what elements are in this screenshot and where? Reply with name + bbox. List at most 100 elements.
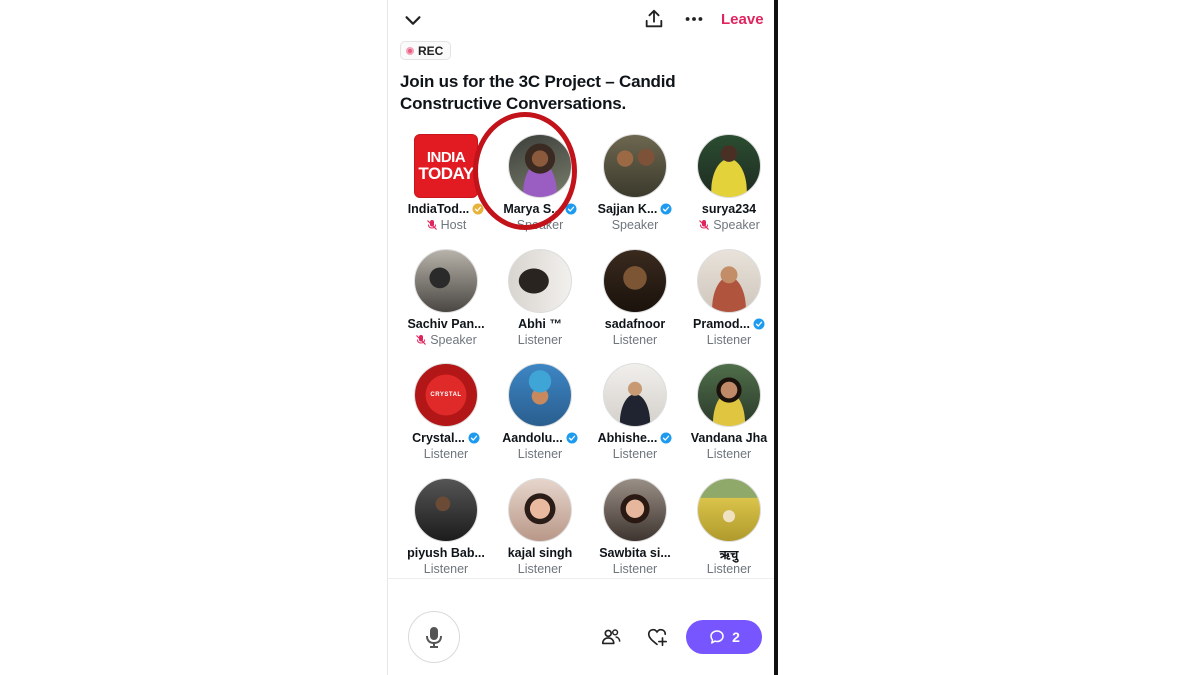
- participant-role: Listener: [588, 333, 682, 347]
- leave-button[interactable]: Leave: [721, 11, 764, 28]
- avatar: [508, 249, 572, 313]
- participant-role-text: Listener: [423, 447, 469, 461]
- participant-role-text: Listener: [517, 447, 563, 461]
- participant-role-text: Listener: [706, 447, 752, 461]
- mic-off-icon: [426, 220, 437, 230]
- spaces-screen: Leave REC Join us for the 3C Project – C…: [387, 0, 776, 675]
- participant-role: Listener: [493, 562, 587, 576]
- participant-card[interactable]: ऋचु Listener: [682, 478, 776, 584]
- avatar: [508, 363, 572, 427]
- participant-role-text: Speaker: [430, 333, 477, 347]
- participant-role-text: Listener: [612, 562, 658, 576]
- participant-card[interactable]: piyush Bab... Listener: [399, 478, 493, 584]
- microphone-button[interactable]: [408, 611, 460, 663]
- participant-name-text: Crystal...: [412, 431, 465, 445]
- avatar: [697, 478, 761, 542]
- participant-name: kajal singh: [493, 546, 587, 560]
- participant-role: Speaker: [399, 333, 493, 347]
- participant-name: Sawbita si...: [588, 546, 682, 560]
- share-icon[interactable]: [643, 8, 665, 30]
- participant-role: Listener: [399, 562, 493, 576]
- participant-name: IndiaTod...: [399, 202, 493, 216]
- participant-role: Host: [399, 218, 493, 232]
- participant-role: Listener: [493, 333, 587, 347]
- participant-name-text: Pramod...: [693, 317, 750, 331]
- participant-name: Pramod...: [682, 317, 776, 331]
- participant-card[interactable]: surya234 Speaker: [682, 134, 776, 240]
- verified-badge-icon: [753, 318, 765, 330]
- participant-role: Listener: [682, 333, 776, 347]
- participant-role: Listener: [682, 447, 776, 461]
- avatar: [697, 249, 761, 313]
- participant-role-text: Listener: [706, 562, 752, 576]
- comment-count: 2: [732, 629, 740, 645]
- comments-button[interactable]: 2: [686, 620, 762, 654]
- participant-role: Listener: [682, 562, 776, 576]
- avatar: INDIA TODAY: [414, 134, 478, 198]
- participant-role-text: Host: [440, 218, 467, 232]
- highlight-circle: [473, 112, 577, 230]
- participant-role: Listener: [588, 562, 682, 576]
- participant-name: Sachiv Pan...: [399, 317, 493, 331]
- participant-card[interactable]: Vandana Jha Listener: [682, 363, 776, 469]
- participant-name-text: Sachiv Pan...: [407, 317, 485, 331]
- recording-label: REC: [418, 43, 444, 58]
- participant-name: ऋचु: [682, 546, 776, 563]
- comment-icon: [710, 630, 724, 644]
- participant-name-text: kajal singh: [507, 546, 573, 560]
- participant-name-text: Sawbita si...: [599, 546, 671, 560]
- space-title: Join us for the 3C Project – Candid Cons…: [400, 72, 676, 113]
- participant-name-text: sadafnoor: [604, 317, 666, 331]
- mic-off-icon: [416, 335, 427, 345]
- participant-card[interactable]: Sawbita si... Listener: [588, 478, 682, 584]
- participant-role: Speaker: [588, 218, 682, 232]
- avatar: [697, 134, 761, 198]
- verified-badge-icon: [566, 432, 578, 444]
- verified-badge-icon: [660, 203, 672, 215]
- heart-plus-icon[interactable]: [646, 626, 668, 648]
- participant-name-text: Aandolu...: [502, 431, 563, 445]
- participant-role: Listener: [399, 447, 493, 461]
- verified-badge-icon: [660, 432, 672, 444]
- participant-card[interactable]: Aandolu... Listener: [493, 363, 587, 469]
- participant-card[interactable]: Abhishe... Listener: [588, 363, 682, 469]
- avatar: [414, 249, 478, 313]
- participant-name: Sajjan K...: [588, 202, 682, 216]
- participant-role: Speaker: [682, 218, 776, 232]
- participant-card[interactable]: Pramod... Listener: [682, 249, 776, 355]
- participant-name-text: piyush Bab...: [407, 546, 485, 560]
- participant-role-text: Listener: [612, 447, 658, 461]
- more-icon[interactable]: [682, 8, 706, 30]
- participant-name: Aandolu...: [493, 431, 587, 445]
- participant-name: sadafnoor: [588, 317, 682, 331]
- participant-name: piyush Bab...: [399, 546, 493, 560]
- avatar: [603, 134, 667, 198]
- participant-card[interactable]: Sachiv Pan... Speaker: [399, 249, 493, 355]
- participant-card[interactable]: sadafnoor Listener: [588, 249, 682, 355]
- people-icon[interactable]: [600, 626, 622, 648]
- participant-card[interactable]: kajal singh Listener: [493, 478, 587, 584]
- participant-role-text: Listener: [423, 562, 469, 576]
- microphone-icon: [426, 627, 442, 648]
- phone-edge: [774, 0, 778, 675]
- participant-role-text: Speaker: [713, 218, 760, 232]
- logo-text: CRYSTAL: [430, 392, 462, 398]
- participant-name-text: Abhi ™: [518, 317, 562, 331]
- participant-name: Abhishe...: [588, 431, 682, 445]
- participant-card[interactable]: Abhi ™ Listener: [493, 249, 587, 355]
- logo-text: TODAY: [418, 164, 474, 183]
- participant-role-text: Listener: [612, 333, 658, 347]
- participant-name-text: ऋचु: [719, 548, 739, 562]
- participant-card[interactable]: CRYSTAL Crystal... Listener: [399, 363, 493, 469]
- avatar: [603, 478, 667, 542]
- participant-name: surya234: [682, 202, 776, 216]
- participant-name-text: Abhishe...: [597, 431, 658, 445]
- avatar: CRYSTAL: [414, 363, 478, 427]
- participant-card[interactable]: Sajjan K... Speaker: [588, 134, 682, 240]
- chevron-down-icon[interactable]: [402, 10, 424, 32]
- participant-role-text: Listener: [517, 562, 563, 576]
- participant-name-text: Vandana Jha: [690, 431, 768, 445]
- participant-name-text: IndiaTod...: [407, 202, 470, 216]
- participant-name: Crystal...: [399, 431, 493, 445]
- participant-name-text: Sajjan K...: [597, 202, 658, 216]
